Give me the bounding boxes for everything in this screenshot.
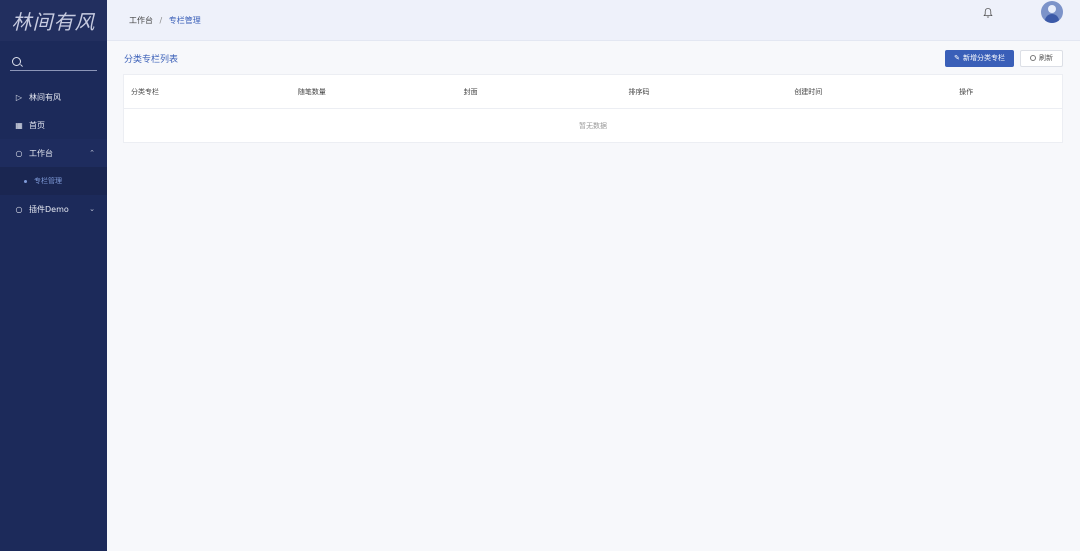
column-header: 封面 bbox=[463, 87, 478, 96]
main-content: 分类专栏列表 ✎ 新增分类专栏 刷新 分类专栏 随笔数量 封面 排序码 创建时间… bbox=[123, 47, 1063, 143]
send-icon: ▷ bbox=[15, 92, 23, 102]
breadcrumb-current: 专栏管理 bbox=[168, 15, 201, 25]
refresh-label: 刷新 bbox=[1039, 54, 1053, 62]
search-icon bbox=[1030, 55, 1036, 61]
sidebar: 林间有风 ▷ 林间有风 ▦ 首页 ○ 工作台 ⌃ 专栏管理 ○ 插件Demo ⌄ bbox=[0, 0, 107, 551]
table-header: 分类专栏 随笔数量 封面 排序码 创建时间 操作 bbox=[124, 75, 1062, 109]
page-title: 分类专栏列表 bbox=[124, 54, 179, 65]
search-input[interactable] bbox=[10, 53, 97, 71]
sidebar-item-home[interactable]: ▦ 首页 bbox=[0, 111, 107, 139]
breadcrumb-item[interactable]: 工作台 bbox=[129, 16, 153, 25]
avatar-head bbox=[1048, 5, 1056, 13]
breadcrumb: 工作台 / 专栏管理 bbox=[129, 15, 201, 26]
sidebar-item-label: 插件Demo bbox=[29, 204, 69, 214]
column-header: 排序码 bbox=[628, 87, 650, 96]
breadcrumb-separator: / bbox=[159, 15, 163, 25]
table-empty-text: 暂无数据 bbox=[579, 121, 607, 130]
sidebar-item-lin[interactable]: ▷ 林间有风 bbox=[0, 83, 107, 111]
sidebar-submenu: 专栏管理 bbox=[0, 167, 107, 195]
add-column-button[interactable]: ✎ 新增分类专栏 bbox=[945, 49, 1014, 67]
sidebar-item-workbench[interactable]: ○ 工作台 ⌃ bbox=[0, 139, 107, 167]
sidebar-item-column-manage[interactable]: 专栏管理 bbox=[0, 167, 107, 195]
sidebar-item-plugin-demo[interactable]: ○ 插件Demo ⌄ bbox=[0, 195, 107, 223]
bell-icon[interactable] bbox=[982, 7, 994, 19]
column-header: 随笔数量 bbox=[297, 87, 326, 96]
logo-text: 林间有风 bbox=[11, 10, 96, 34]
search-icon[interactable] bbox=[12, 57, 21, 66]
dashboard-icon: ○ bbox=[15, 148, 23, 158]
logo[interactable]: 林间有风 bbox=[0, 0, 107, 41]
avatar[interactable] bbox=[1041, 1, 1063, 23]
chevron-down-icon: ⌄ bbox=[89, 205, 95, 213]
avatar-body bbox=[1045, 14, 1059, 23]
active-dot bbox=[24, 179, 27, 183]
add-column-label: 新增分类专栏 bbox=[963, 54, 1005, 62]
sidebar-group-workbench: ○ 工作台 ⌃ 专栏管理 bbox=[0, 139, 107, 195]
list-toolbar: 分类专栏列表 ✎ 新增分类专栏 刷新 bbox=[123, 47, 1063, 69]
sidebar-subitem-label: 专栏管理 bbox=[34, 177, 62, 185]
column-header: 创建时间 bbox=[794, 87, 823, 96]
sidebar-item-label: 林间有风 bbox=[29, 92, 61, 102]
sidebar-item-label: 工作台 bbox=[29, 148, 53, 158]
chevron-up-icon: ⌃ bbox=[89, 149, 95, 157]
edit-icon: ✎ bbox=[954, 54, 960, 62]
dashboard-icon: ○ bbox=[15, 204, 23, 214]
grid-icon: ▦ bbox=[15, 120, 23, 130]
refresh-button[interactable]: 刷新 bbox=[1020, 49, 1063, 67]
sidebar-menu: ▷ 林间有风 ▦ 首页 ○ 工作台 ⌃ 专栏管理 ○ 插件Demo ⌄ bbox=[0, 83, 107, 223]
header: 工作台 / 专栏管理 bbox=[107, 0, 1080, 41]
toolbar-actions: ✎ 新增分类专栏 刷新 bbox=[945, 49, 1063, 67]
column-header: 分类专栏 bbox=[131, 87, 159, 96]
column-table: 分类专栏 随笔数量 封面 排序码 创建时间 操作 暂无数据 bbox=[123, 74, 1063, 143]
column-header: 操作 bbox=[959, 87, 974, 96]
sidebar-item-label: 首页 bbox=[29, 120, 45, 130]
